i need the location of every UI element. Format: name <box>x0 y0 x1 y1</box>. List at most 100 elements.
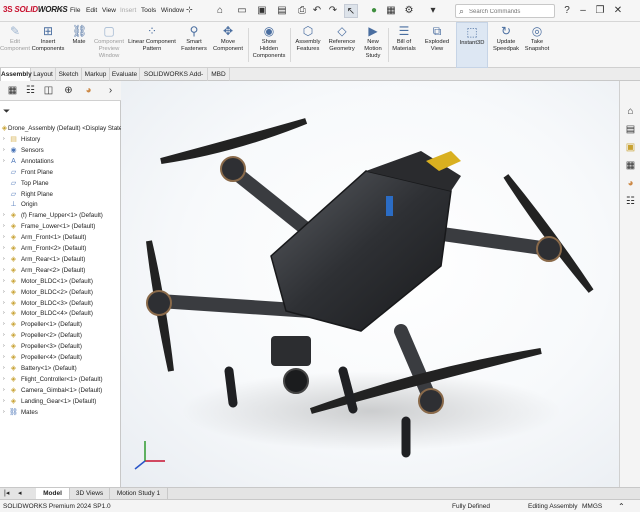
expand-arrow-icon[interactable]: › <box>3 210 5 221</box>
help-icon[interactable]: ? <box>560 4 574 18</box>
expand-arrow-icon[interactable]: › <box>3 134 5 145</box>
expand-arrow-icon[interactable]: › <box>3 319 5 330</box>
edit-component-button[interactable]: ✎ Edit Component <box>0 24 30 68</box>
menu-window[interactable]: Window <box>161 7 184 14</box>
solidworks-resources-icon[interactable]: ⌂ <box>624 105 637 118</box>
print-icon[interactable]: ⎙ <box>295 4 309 18</box>
menu-file[interactable]: File <box>70 7 80 14</box>
tab-mbd[interactable]: MBD <box>208 68 230 81</box>
customize-toolbar-icon[interactable]: ▾ <box>426 4 440 18</box>
restore-icon[interactable]: ❐ <box>593 4 607 18</box>
ground-shadow <box>181 371 561 451</box>
expand-arrow-icon[interactable]: › <box>3 221 5 232</box>
expand-arrow-icon[interactable]: › <box>3 341 5 352</box>
expand-arrow-icon[interactable]: › <box>3 276 5 287</box>
custom-properties-icon[interactable]: ☷ <box>624 195 637 208</box>
expand-arrow-icon[interactable]: › <box>3 232 5 243</box>
open-folder-icon[interactable]: ▣ <box>255 4 269 18</box>
menu-tools[interactable]: Tools <box>141 7 156 14</box>
expand-arrow-icon[interactable]: › <box>3 374 5 385</box>
menu-pin-icon[interactable]: ⊹ <box>186 5 193 14</box>
menu-edit[interactable]: Edit <box>86 7 97 14</box>
tree-item-label: Propeller<1> (Default) <box>21 321 82 329</box>
move-component-button[interactable]: ✥ Move Component <box>210 24 246 68</box>
file-explorer-icon[interactable]: ▣ <box>624 141 637 154</box>
view-palette-icon[interactable]: ▦ <box>624 159 637 172</box>
new-motion-study-button[interactable]: ▶ New Motion Study <box>359 24 387 68</box>
expand-arrow-icon[interactable]: › <box>3 265 5 276</box>
pin-icon[interactable]: › <box>60 5 63 14</box>
smart-fasteners-button[interactable]: ⚲ Smart Fasteners <box>178 24 210 68</box>
status-units[interactable]: MMGS <box>582 500 602 512</box>
exploded-view-button[interactable]: ⧉ Exploded View <box>420 24 454 68</box>
instant3d-button[interactable]: ⬚ Instant3D <box>456 22 488 68</box>
expand-arrow-icon[interactable]: › <box>3 145 5 156</box>
expand-arrow-icon[interactable]: › <box>3 308 5 319</box>
feature-manager-tab-icon[interactable]: ▦ <box>6 84 19 97</box>
appearances-icon[interactable]: ◕ <box>624 177 637 190</box>
insert-components-button[interactable]: ⊞ Insert Components <box>30 24 66 68</box>
show-hidden-components-button[interactable]: ◉ Show Hidden Components <box>250 24 288 68</box>
take-snapshot-button[interactable]: ◎ Take Snapshot <box>522 24 552 68</box>
component-preview-window-button[interactable]: ▢ Component Preview Window <box>92 24 126 68</box>
part-icon: ◈ <box>10 245 17 252</box>
expand-arrow-icon[interactable]: › <box>3 330 5 341</box>
expand-arrow-icon[interactable]: › <box>3 352 5 363</box>
tab-evaluate[interactable]: Evaluate <box>110 68 140 81</box>
command-manager-ribbon: ✎ Edit Component ⊞ Insert Components ⛓ Mate… <box>0 22 640 68</box>
update-speedpak-button[interactable]: ↻ Update Speedpak <box>490 24 522 68</box>
expand-arrow-icon[interactable]: › <box>3 254 5 265</box>
tab-markup[interactable]: Markup <box>82 68 110 81</box>
exploded-view-icon: ⧉ <box>432 24 442 38</box>
save-icon[interactable]: ▤ <box>275 4 289 18</box>
redo-icon[interactable]: ↷ <box>326 4 340 18</box>
graphics-area[interactable] <box>121 81 619 487</box>
panel-expand-icon[interactable]: › <box>104 84 117 97</box>
menu-insert[interactable]: Insert <box>120 7 136 14</box>
search-input[interactable] <box>469 6 553 17</box>
assembly-features-button[interactable]: ⬡ Assembly Features <box>291 24 325 68</box>
expand-arrow-icon[interactable]: › <box>3 287 5 298</box>
expand-arrow-icon[interactable]: › <box>3 385 5 396</box>
configuration-manager-tab-icon[interactable]: ◫ <box>42 84 55 97</box>
tab-layout[interactable]: Layout <box>31 68 56 81</box>
close-icon[interactable]: ✕ <box>611 4 625 18</box>
expand-arrow-icon[interactable]: › <box>3 243 5 254</box>
reference-geometry-button[interactable]: ◇ Reference Geometry <box>325 24 359 68</box>
insert-components-icon: ⊞ <box>42 24 54 38</box>
select-cursor-icon[interactable]: ↖ <box>344 4 358 18</box>
expand-arrow-icon[interactable]: › <box>3 363 5 374</box>
menu-view[interactable]: View <box>102 7 116 14</box>
expand-arrow-icon[interactable]: › <box>3 298 5 309</box>
display-manager-tab-icon[interactable]: ◕ <box>82 84 95 97</box>
linear-component-pattern-button[interactable]: ⁘ Linear Component Pattern <box>126 24 178 68</box>
tab-sketch[interactable]: Sketch <box>56 68 82 81</box>
mate-button[interactable]: ⛓ Mate <box>66 24 92 68</box>
status-expand-icon[interactable]: ⌃ <box>618 500 625 512</box>
rebuild-icon[interactable]: ● <box>367 4 381 18</box>
filter-icon[interactable]: ⏷ <box>3 106 10 117</box>
camera-lens <box>283 368 309 394</box>
options-gear-icon[interactable]: ⚙ <box>402 4 416 18</box>
file-properties-icon[interactable]: ▦ <box>384 4 398 18</box>
drone-model-render[interactable] <box>121 81 619 487</box>
dimxpert-tab-icon[interactable]: ⊕ <box>62 84 75 97</box>
tab-solidworks-addins[interactable]: SOLIDWORKS Add-Ins <box>140 68 208 91</box>
home-icon[interactable]: ⌂ <box>213 4 227 18</box>
expand-arrow-icon[interactable]: › <box>3 156 5 167</box>
undo-icon[interactable]: ↶ <box>310 4 324 18</box>
expand-arrow-icon[interactable]: › <box>3 396 5 407</box>
new-document-icon[interactable]: ▭ <box>235 4 249 18</box>
drone-body <box>270 170 452 332</box>
tab-assembly[interactable]: Assembly <box>0 68 32 81</box>
status-definition: Fully Defined <box>452 503 490 510</box>
search-commands-box[interactable]: ⌕ <box>455 4 555 18</box>
solidworks-logo[interactable]: 3S SOLIDWORKS <box>3 5 68 14</box>
minimize-icon[interactable]: – <box>576 4 590 18</box>
search-icon: ⌕ <box>459 6 465 16</box>
mates-icon: ⛓ <box>9 408 18 416</box>
design-library-icon[interactable]: ▤ <box>624 123 637 136</box>
property-manager-tab-icon[interactable]: ☷ <box>24 84 37 97</box>
expand-arrow-icon[interactable]: › <box>3 407 5 418</box>
bill-of-materials-button[interactable]: ☰ Bill of Materials <box>389 24 419 68</box>
